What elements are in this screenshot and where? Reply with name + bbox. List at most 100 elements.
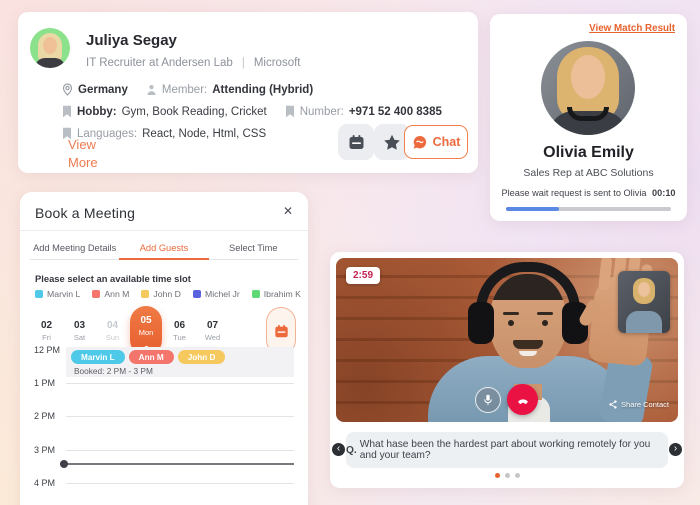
chat-bubble-icon — [412, 135, 428, 150]
divider — [20, 230, 308, 231]
video-subject-shape — [537, 312, 553, 315]
calendar-icon — [348, 134, 365, 151]
time-row: 3 PM — [34, 445, 294, 455]
interview-question-caption: Q. What hase been the hardest part about… — [346, 432, 668, 468]
chat-label: Chat — [432, 135, 461, 149]
legend-item: Ibrahim K — [251, 289, 301, 299]
match-progress-fill — [506, 207, 559, 211]
time-gridline — [66, 415, 294, 417]
avatar-shape — [571, 55, 605, 99]
schedule-button[interactable] — [338, 124, 374, 160]
question-text: What hase been the hardest part about wo… — [359, 439, 651, 461]
slider-handle[interactable] — [60, 460, 68, 468]
date-cell-07[interactable]: 07 Wed — [197, 320, 228, 342]
calendar-icon — [274, 324, 289, 339]
date-weekday: Tue — [173, 333, 186, 342]
view-more-line2: More — [68, 155, 98, 170]
date-num: 07 — [206, 320, 219, 331]
share-icon — [609, 400, 617, 409]
legend-item: Michel Jr — [192, 289, 240, 299]
date-weekday: Mon — [138, 328, 154, 337]
member-icon — [146, 84, 157, 96]
hobby-label: Hobby: — [77, 105, 117, 118]
date-num: 06 — [173, 320, 186, 331]
headphones-shape — [468, 302, 494, 344]
member-label: Member: — [161, 83, 208, 96]
previous-question-button[interactable]: ‹ — [332, 443, 345, 456]
profile-subtitle: IT Recruiter at Andersen Lab | Microsoft — [86, 57, 300, 69]
view-more-link[interactable]: View More — [68, 136, 98, 172]
profile-role: IT Recruiter at Andersen Lab — [86, 57, 233, 69]
date-cell-02[interactable]: 02 Fri — [31, 320, 62, 342]
subtitle-divider: | — [241, 57, 245, 69]
date-cell-04[interactable]: 04 Sun — [97, 320, 128, 342]
legend-swatch — [92, 290, 101, 298]
date-weekday: Fri — [42, 333, 51, 342]
self-view-pip[interactable] — [618, 271, 670, 333]
close-icon[interactable]: ✕ — [283, 204, 293, 218]
carousel-dot[interactable] — [514, 473, 520, 478]
wait-text: Please wait request is sent to Olivia — [501, 188, 647, 198]
tab-select-time[interactable]: Select Time — [209, 236, 298, 259]
booking-modal: Book a Meeting ✕ Add Meeting Details Add… — [20, 192, 308, 505]
guest-chip: Marvin L — [71, 350, 125, 364]
number-label: Number: — [299, 105, 344, 118]
video-subject-shape — [503, 312, 519, 315]
booked-event-block: Marvin L Ann M John D Booked: 2 PM - 3 P… — [66, 347, 294, 377]
carousel-dot-active[interactable] — [494, 473, 500, 478]
time-grid: 12 PM 1 PM 2 PM 3 PM 4 PM Marvin L Ann M… — [34, 345, 294, 505]
booked-label: Booked: 2 PM - 3 PM — [74, 366, 153, 376]
view-match-result-link[interactable]: View Match Result — [589, 23, 675, 34]
legend-swatch — [251, 290, 260, 298]
tab-add-meeting-details[interactable]: Add Meeting Details — [30, 236, 119, 259]
match-role: Sales Rep at ABC Solutions — [523, 167, 654, 179]
time-label: 4 PM — [34, 478, 56, 488]
wait-timer: 00:10 — [652, 188, 676, 198]
chat-button[interactable]: Chat — [404, 125, 468, 159]
video-subject-shape — [519, 351, 537, 356]
avatar — [30, 28, 70, 68]
avatar — [541, 41, 635, 135]
legend-swatch — [35, 290, 43, 298]
wait-status: Please wait request is sent to Olivia 00… — [490, 188, 687, 198]
share-contact-button[interactable]: Share Contact — [609, 400, 669, 409]
video-subject-shape — [508, 320, 514, 326]
date-num: 03 — [73, 320, 86, 331]
match-name: Olivia Emily — [543, 144, 634, 161]
carousel-dot[interactable] — [504, 473, 510, 478]
time-gridline — [66, 382, 294, 384]
avatar-shape — [35, 58, 65, 68]
view-more-line1: View — [68, 137, 96, 152]
app-canvas: Juliya Segay IT Recruiter at Andersen La… — [0, 0, 700, 505]
video-subject-shape — [513, 340, 543, 349]
time-row: 4 PM — [34, 478, 294, 488]
avatar-shape — [626, 311, 662, 333]
microphone-icon — [483, 394, 493, 406]
tab-add-guests[interactable]: Add Guests — [119, 236, 209, 260]
profile-company: Microsoft — [253, 57, 301, 69]
bookmark-icon — [285, 105, 295, 118]
legend-label: Ibrahim K — [263, 289, 301, 299]
call-controls: Share Contact — [336, 381, 678, 417]
time-gridline — [66, 449, 294, 451]
time-gridline — [66, 482, 294, 484]
member-value: Attending (Hybrid) — [212, 83, 314, 96]
time-slider — [60, 460, 294, 468]
guest-chip: John D — [177, 350, 226, 364]
question-prefix: Q. — [346, 444, 357, 456]
legend-item: John D — [141, 289, 181, 299]
guest-chips: Marvin L Ann M John D — [71, 350, 294, 364]
modal-tabs: Add Meeting Details Add Guests Select Ti… — [30, 236, 298, 260]
end-call-button[interactable] — [507, 384, 538, 415]
date-cell-06[interactable]: 06 Tue — [164, 320, 195, 342]
slider-rail — [60, 463, 294, 465]
profile-card: Juliya Segay IT Recruiter at Andersen La… — [18, 12, 478, 173]
mute-microphone-button[interactable] — [475, 387, 501, 413]
guest-legend: Marvin L Ann M John D Michel Jr Ibrahim … — [35, 289, 301, 299]
date-weekday: Wed — [204, 333, 221, 342]
date-cell-03[interactable]: 03 Sat — [64, 320, 95, 342]
next-question-button[interactable]: › — [669, 443, 682, 456]
main-video: 2:59 Share Contact — [336, 258, 678, 422]
legend-item: Ann M — [92, 289, 129, 299]
languages-value: React, Node, Html, CSS — [142, 127, 267, 140]
